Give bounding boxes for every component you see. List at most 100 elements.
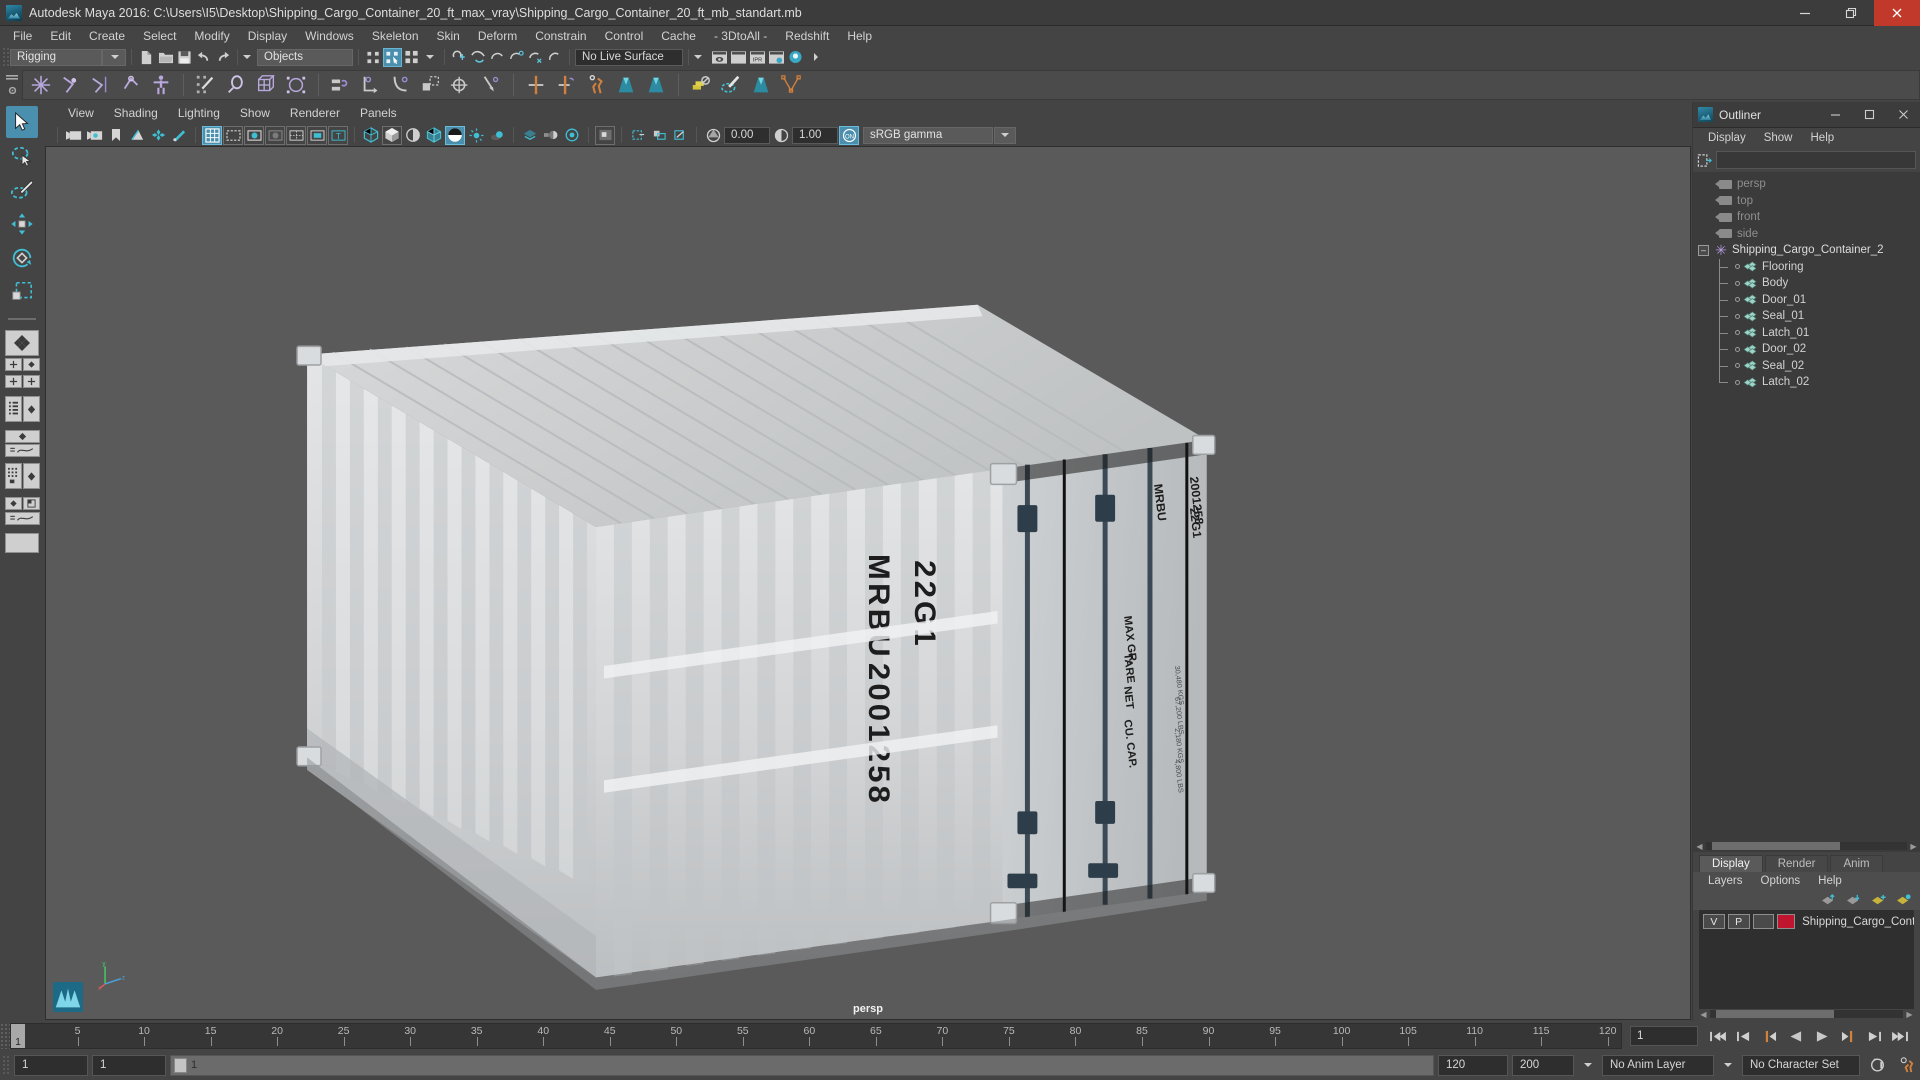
ipr-render-icon[interactable]: IPR <box>748 48 767 67</box>
redo-icon[interactable] <box>213 48 232 67</box>
outliner-close-button[interactable] <box>1886 102 1920 128</box>
quick-rig-character-icon[interactable] <box>582 72 610 98</box>
selection-mask-dropdown[interactable]: Objects <box>257 48 353 66</box>
menu-3dtoall[interactable]: - 3DtoAll - <box>705 26 776 46</box>
time-slider[interactable]: 1 5 10 15 20 25 30 35 40 45 50 55 60 65 70 75 80 85 90 95 1… <box>10 1023 1622 1049</box>
image-plane-icon[interactable] <box>127 126 147 145</box>
create-deformer-icon[interactable] <box>522 72 550 98</box>
outliner-persp-layout[interactable] <box>4 396 40 422</box>
step-back-frame-icon[interactable] <box>1760 1026 1780 1046</box>
xray-joints-icon[interactable] <box>649 126 669 145</box>
select-by-component-icon[interactable] <box>402 48 421 67</box>
parent-constraint-icon[interactable] <box>327 72 355 98</box>
layout-persp-top[interactable] <box>4 430 40 443</box>
layout-cell-tr[interactable] <box>22 358 40 371</box>
outliner-minimize-button[interactable] <box>1818 102 1852 128</box>
go-to-start-icon[interactable] <box>1708 1026 1728 1046</box>
grid-toggle-icon[interactable] <box>202 125 222 145</box>
resolution-gate-icon[interactable] <box>244 125 264 145</box>
outliner-tree[interactable]: persp top front side – ✳ Shipping_Cargo_… <box>1693 172 1920 840</box>
maximize-button[interactable] <box>1828 0 1874 26</box>
hypershade-persp-layout[interactable] <box>4 463 40 489</box>
layout-outliner-cell[interactable] <box>4 396 22 422</box>
play-backwards-icon[interactable] <box>1786 1026 1806 1046</box>
time-slider-grip[interactable] <box>0 1023 10 1049</box>
scroll-track[interactable] <box>1710 1010 1903 1018</box>
outliner-search-input[interactable] <box>1716 151 1916 169</box>
persp-graph-layout[interactable] <box>4 430 40 457</box>
layer-list[interactable]: V P Shipping_Cargo_Cont <box>1699 910 1914 1009</box>
outliner-item-latch-01[interactable]: Latch_01 <box>1693 324 1920 342</box>
move-tool[interactable] <box>6 208 38 240</box>
layout-persp-cell-2[interactable] <box>22 463 40 489</box>
menu-set-dropdown[interactable]: Rigging <box>10 48 102 66</box>
scroll-right-icon[interactable]: ▶ <box>1905 1010 1914 1019</box>
undo-icon[interactable] <box>194 48 213 67</box>
menu-create[interactable]: Create <box>80 26 134 46</box>
menu-file[interactable]: File <box>4 26 41 46</box>
menu-select[interactable]: Select <box>134 26 185 46</box>
smooth-bind-icon[interactable] <box>252 72 280 98</box>
scroll-left-icon[interactable]: ◀ <box>1695 842 1704 851</box>
perspective-viewport[interactable]: MRBU 2001258 22G1 MRBU 2001258 22G1 MAX … <box>45 146 1691 1020</box>
film-gate-icon[interactable] <box>223 125 243 145</box>
layout-graph-bottom[interactable] <box>4 444 40 457</box>
current-frame-field[interactable]: 1 <box>1630 1026 1698 1046</box>
toolbox-more-button[interactable] <box>5 533 39 553</box>
hypershade-icon[interactable] <box>786 48 805 67</box>
gate-mask-icon[interactable] <box>265 125 285 145</box>
view-transform-caret[interactable] <box>994 126 1016 144</box>
joint-tool-icon[interactable] <box>27 72 55 98</box>
wireframe-on-shaded-icon[interactable] <box>424 126 444 145</box>
paint-select-tool[interactable] <box>6 174 38 206</box>
wire-tool-icon[interactable] <box>777 72 805 98</box>
live-surface-field[interactable]: No Live Surface <box>575 48 683 66</box>
scroll-thumb[interactable] <box>1712 842 1840 850</box>
step-back-keyframe-icon[interactable] <box>1734 1026 1754 1046</box>
outliner-item-front[interactable]: front <box>1693 209 1920 226</box>
layout-persp-cell[interactable] <box>22 396 40 422</box>
shade-flat-icon[interactable] <box>403 126 423 145</box>
layout-cell-br[interactable] <box>22 375 40 388</box>
multisample-icon[interactable] <box>562 126 582 145</box>
outliner-item-door-02[interactable]: Door_02 <box>1693 341 1920 358</box>
layout-panel-cell[interactable] <box>22 497 40 510</box>
range-bar[interactable]: 1 <box>170 1054 1434 1076</box>
pole-vector-constraint-icon[interactable] <box>477 72 505 98</box>
range-left-handle[interactable] <box>174 1057 187 1073</box>
use-default-light-icon[interactable] <box>466 126 486 145</box>
animation-preferences-icon[interactable] <box>1894 1057 1920 1073</box>
interactive-bind-icon[interactable] <box>222 72 250 98</box>
layer-menu-help[interactable]: Help <box>1809 875 1851 887</box>
viewport-menu-lighting[interactable]: Lighting <box>168 106 230 120</box>
menu-display[interactable]: Display <box>239 26 296 46</box>
xray-icon[interactable] <box>628 126 648 145</box>
selection-mask-caret[interactable] <box>243 55 251 59</box>
exposure-field[interactable]: 0.00 <box>724 126 770 144</box>
shadows-icon[interactable] <box>487 126 507 145</box>
scale-tool[interactable] <box>6 276 38 308</box>
range-slider-grip[interactable] <box>2 1055 10 1075</box>
duplicate-special-icon[interactable] <box>687 72 715 98</box>
render-section-caret[interactable] <box>694 55 702 59</box>
point-constraint-icon[interactable] <box>357 72 385 98</box>
menu-skeleton[interactable]: Skeleton <box>363 26 428 46</box>
viewport-menu-show[interactable]: Show <box>230 106 280 120</box>
orient-constraint-icon[interactable] <box>387 72 415 98</box>
layout-cell-bl[interactable] <box>4 375 22 388</box>
safe-action-icon[interactable] <box>307 125 327 145</box>
deformer-link-icon[interactable] <box>552 72 580 98</box>
snap-to-grid-icon[interactable] <box>450 48 469 67</box>
ik-spline-handle-icon[interactable] <box>87 72 115 98</box>
scroll-right-icon[interactable]: ▶ <box>1909 842 1918 851</box>
menu-edit[interactable]: Edit <box>41 26 80 46</box>
outliner-horizontal-scrollbar[interactable]: ◀ ▶ <box>1693 840 1920 852</box>
layout-persp-cell-3[interactable] <box>4 497 22 510</box>
menu-control[interactable]: Control <box>596 26 653 46</box>
scroll-track[interactable] <box>1706 842 1907 850</box>
viewport-menu-panels[interactable]: Panels <box>350 106 407 120</box>
menu-skin[interactable]: Skin <box>428 26 469 46</box>
layer-menu-options[interactable]: Options <box>1752 875 1810 887</box>
rotate-tool[interactable] <box>6 242 38 274</box>
anim-end-field[interactable]: 200 <box>1512 1054 1574 1076</box>
